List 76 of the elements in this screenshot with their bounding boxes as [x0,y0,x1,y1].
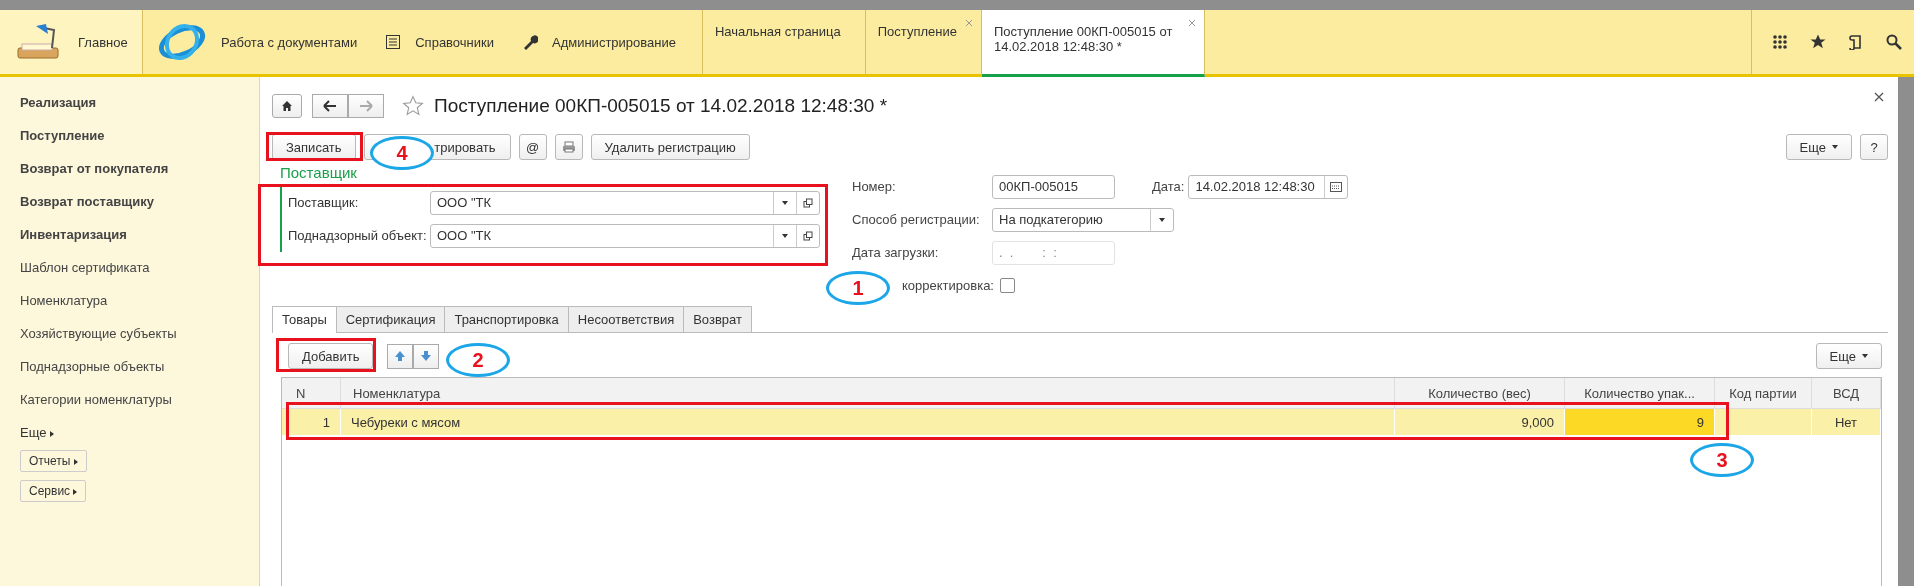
table-cell: Нет [1812,409,1881,435]
move-up-button[interactable] [387,343,414,369]
column-header[interactable]: ВСД [1812,378,1881,409]
toolbar-button[interactable]: Удалить регистрацию [590,134,750,160]
table-cell: 1 [282,409,341,435]
sidebar-link[interactable]: Хозяйствующие субъекты [20,326,259,359]
tab[interactable]: Товары [272,306,337,333]
field-label: Поставщик: [288,195,360,210]
column-header[interactable]: Код партии [1715,378,1812,409]
field-label: Способ регистрации: [852,212,981,227]
sidebar-menu-button[interactable]: Отчеты [20,450,87,472]
number-field[interactable]: 00КП-005015 [992,174,1115,199]
more-button[interactable]: Еще [1815,343,1882,369]
checkbox[interactable] [1000,278,1015,293]
tab[interactable]: Несоответствия [567,306,685,332]
checkbox-label: корректировка: [902,278,994,293]
field-label: Номер: [852,179,897,194]
more-link[interactable]: Еще [20,425,55,440]
sidebar-link[interactable]: Номенклатура [20,293,259,326]
sidebar-link[interactable]: Поступление [20,128,259,161]
open-window-icon[interactable] [803,197,813,208]
history-scroll-icon[interactable] [1848,34,1864,50]
field-label: Дата: [1152,179,1185,194]
sidebar-link[interactable]: Инвентаризация [20,227,259,260]
date-field[interactable]: 14.02.2018 12:48:30 [1188,174,1349,199]
orbit-logo-icon [157,22,207,62]
sidebar-link[interactable]: Шаблон сертификата [20,260,259,293]
table-cell: 9,000 [1395,409,1565,435]
section-tab[interactable]: Главное [0,10,143,74]
printer-icon [561,141,576,153]
apps-grid-icon[interactable] [1772,34,1788,50]
help-button[interactable]: ? [1860,134,1888,160]
arrow-right-icon [359,100,373,112]
sidebar-menu-button[interactable]: Сервис [20,480,87,502]
more-button[interactable]: Еще [1785,134,1852,160]
arrow-down-icon [420,350,433,362]
tab[interactable]: Возврат [683,306,752,332]
table-cell: Чебуреки с мясом [341,409,1395,435]
sidebar-link[interactable]: Категории номенклатуры [20,392,259,425]
open-tab[interactable]: Поступление [865,10,982,74]
search-icon[interactable] [1886,34,1902,50]
close-icon[interactable] [1874,92,1884,102]
star-outline-icon[interactable] [402,95,424,117]
move-down-button[interactable] [413,343,440,369]
list-icon [385,34,402,50]
add-button[interactable]: Добавить [288,343,374,369]
open-tab[interactable]: Поступление 00КП-005015 от 14.02.2018 12:48:30 * [981,10,1205,77]
tab[interactable]: Сертификация [335,306,446,332]
open-tab[interactable]: Начальная страница [702,10,866,74]
open-window-icon[interactable] [803,230,813,241]
print-button[interactable] [554,134,583,160]
sidebar-link[interactable]: Реализация [20,95,259,128]
field-label: Поднадзорный объект: [288,228,428,243]
document-title: Поступление 00КП-005015 от 14.02.2018 12:48:30 * [434,95,888,117]
back-button[interactable] [312,94,348,118]
email-button[interactable]: @ [518,134,547,160]
section-tab[interactable]: Администрирование [508,10,690,74]
dropdown-field[interactable]: ООО "ТК [430,190,820,215]
group-title: Поставщик [280,164,358,183]
calendar-icon[interactable] [1330,181,1343,192]
dropdown-field[interactable]: На подкатегорию [992,207,1174,232]
dropdown-field[interactable]: ООО "ТК [430,223,820,248]
field-label: Дата загрузки: [852,245,940,260]
arrow-up-icon [394,350,407,362]
tab[interactable]: Транспортировка [444,306,569,332]
home-icon [281,100,293,112]
section-tab[interactable]: Справочники [371,10,508,74]
star-icon[interactable] [1810,34,1826,50]
table-cell: 9 [1565,409,1715,435]
arrow-left-icon [323,100,337,112]
home-button[interactable] [272,94,302,118]
sidebar-link[interactable]: Возврат от покупателя [20,161,259,194]
section-tab[interactable]: Работа с документами [143,10,372,74]
sidebar-link[interactable]: Поднадзорные объекты [20,359,259,392]
sidebar-link[interactable]: Возврат поставщику [20,194,259,227]
wrench-icon [522,34,538,50]
